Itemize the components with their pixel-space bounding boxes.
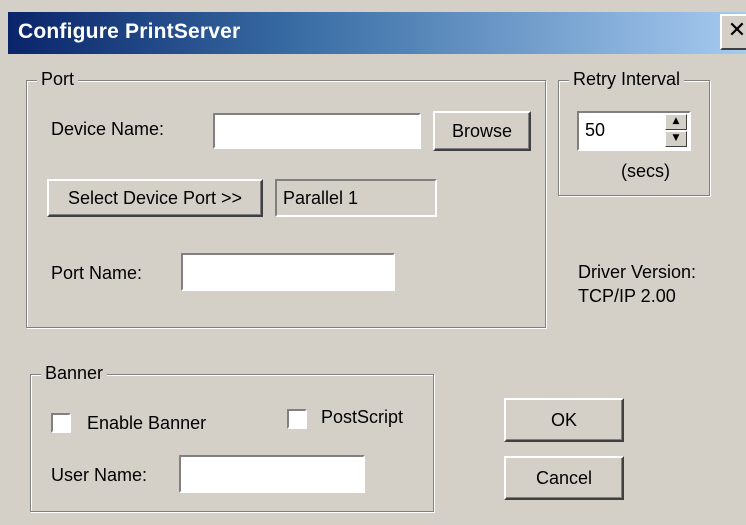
retry-interval-groupbox: Retry Interval 50 ▲ ▼ (secs) [558,69,710,196]
close-icon: ✕ [727,18,746,43]
selected-port-field: Parallel 1 [275,179,437,217]
port-name-label: Port Name: [51,263,143,283]
retry-interval-spinbox[interactable]: 50 ▲ ▼ [577,111,691,151]
ok-button[interactable]: OK [504,398,624,442]
port-groupbox: Port Device Name: Browse Select Device P… [26,69,546,328]
window-title: Configure PrintServer [18,20,241,43]
postscript-checkbox[interactable] [287,409,307,429]
device-name-label: Device Name: [51,119,165,139]
port-legend: Port [37,69,79,90]
user-name-label: User Name: [51,465,148,485]
retry-interval-value: 50 [585,120,606,140]
dialog-body: Port Device Name: Browse Select Device P… [0,54,746,525]
selected-port-value: Parallel 1 [283,188,359,208]
banner-groupbox: Banner Enable Banner PostScript User Nam… [30,363,434,512]
driver-version-label: Driver Version: [578,262,697,282]
device-name-input[interactable] [215,115,419,147]
select-device-port-button[interactable]: Select Device Port >> [47,179,263,217]
device-name-field[interactable] [213,113,421,149]
spin-down-icon[interactable]: ▼ [665,131,687,147]
enable-banner-label[interactable]: Enable Banner [87,413,206,434]
enable-banner-checkbox[interactable] [51,413,71,433]
title-bar: Configure PrintServer ✕ [8,12,746,54]
spin-up-icon[interactable]: ▲ [665,114,687,130]
port-name-field[interactable] [181,253,395,291]
retry-interval-unit: (secs) [621,161,670,181]
configure-printserver-dialog: Configure PrintServer ✕ Port Device Name… [0,0,746,525]
user-name-field[interactable] [179,455,365,493]
retry-interval-spinner: ▲ ▼ [665,114,687,148]
retry-interval-legend: Retry Interval [569,69,685,90]
port-name-input[interactable] [183,255,393,289]
cancel-button[interactable]: Cancel [504,456,624,500]
driver-version-value: TCP/IP 2.00 [578,286,676,306]
close-button[interactable]: ✕ [720,14,746,50]
browse-button[interactable]: Browse [433,111,531,151]
postscript-label[interactable]: PostScript [321,407,403,428]
banner-legend: Banner [41,363,108,384]
user-name-input[interactable] [181,457,363,491]
